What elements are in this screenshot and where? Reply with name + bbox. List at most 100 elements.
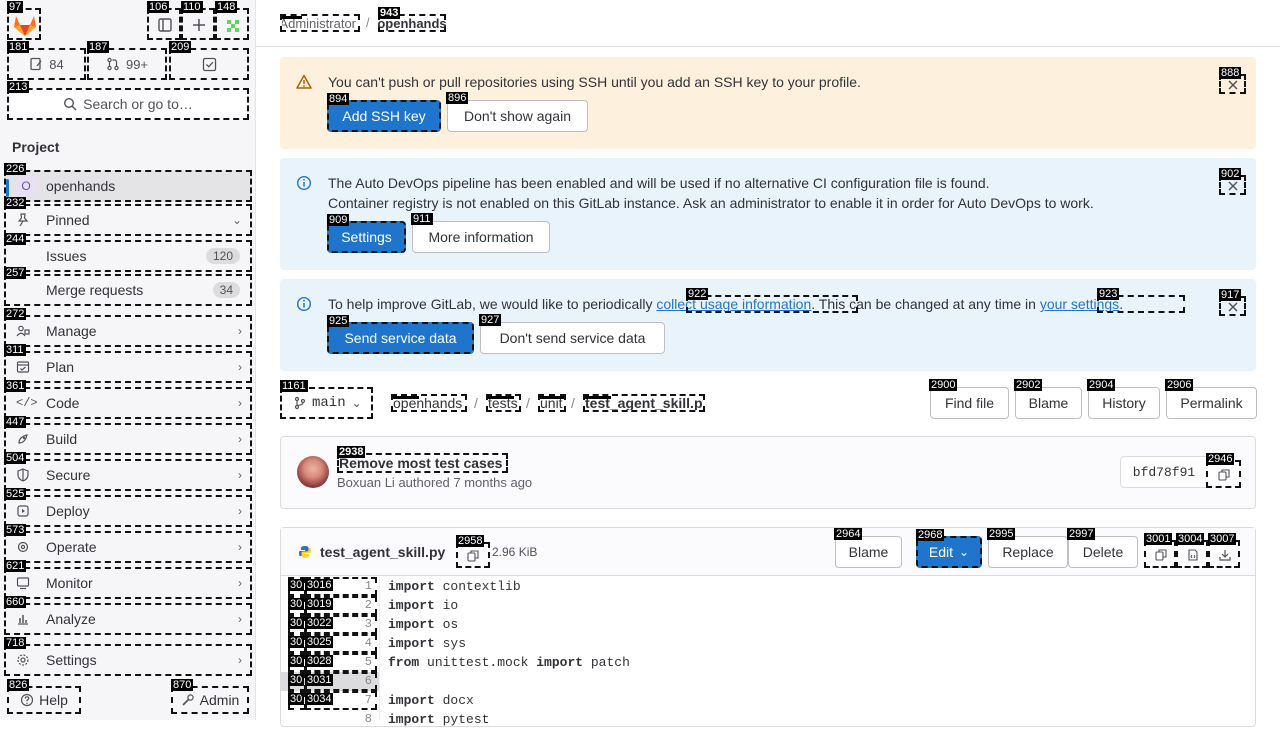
auto-devops-line-1: The Auto DevOps pipeline has been enable… xyxy=(328,175,990,191)
your-settings-link-target[interactable]: 923 xyxy=(1097,288,1185,313)
sidebar-item-issues[interactable]: 244 Issues 120 xyxy=(4,233,252,272)
marker-tag: 2964 xyxy=(834,528,863,540)
copy-file-contents-button[interactable]: 3001 xyxy=(1144,533,1176,568)
dont-show-again-button[interactable]: 896 Don't show again xyxy=(446,92,588,132)
more-information-button[interactable]: 911 More information xyxy=(411,213,550,253)
file-blame-button[interactable]: 2964 Blame xyxy=(834,528,902,568)
commit-sha[interactable]: bfd78f91 xyxy=(1120,456,1208,488)
marker-tag: 106 xyxy=(147,1,170,13)
sidebar-project-link[interactable]: 226 O openhands xyxy=(4,163,252,202)
find-file-label: Find file xyxy=(944,395,995,411)
sidebar-item-manage[interactable]: 272 Manage › xyxy=(4,308,252,347)
chevron-right-icon: › xyxy=(238,360,242,374)
copy-file-path-button[interactable]: 2958 xyxy=(456,535,490,568)
sidebar-section-title: Project xyxy=(12,139,60,155)
marker-tag: 896 xyxy=(446,92,469,104)
sidebar-item-label: Plan xyxy=(46,359,75,375)
sidebar-item-label: Build xyxy=(46,431,78,447)
search-button[interactable]: 213 Search or go to… xyxy=(7,81,249,120)
blame-nav-button[interactable]: 2902 Blame xyxy=(1014,379,1082,419)
more-information-label: More information xyxy=(428,229,534,245)
merge-requests-button[interactable]: 187 99+ xyxy=(87,41,167,80)
thumbtack-icon xyxy=(17,213,29,227)
admin-wrench-icon xyxy=(182,694,194,706)
todos-button[interactable]: 209 xyxy=(169,41,249,80)
users-icon xyxy=(16,325,30,337)
marker-tag: 1161 xyxy=(280,380,308,392)
sidebar: 97 106 110 148 181 84 187 99+ 209 213 Se… xyxy=(0,0,256,720)
devops-settings-button[interactable]: 909 Settings xyxy=(327,214,406,253)
gitlab-logo[interactable]: 97 xyxy=(7,1,41,40)
dont-send-service-data-button[interactable]: 927 Don't send service data xyxy=(479,314,665,354)
info-icon xyxy=(296,175,312,191)
download-icon xyxy=(1219,550,1231,561)
sidebar-item-label: Merge requests xyxy=(46,282,144,298)
edit-dropdown-button[interactable]: 2968 Edit ⌄ xyxy=(916,529,982,568)
path-segment-file[interactable]: 2898 test_agent_skill.py xyxy=(583,394,705,412)
marker-tag: 447 xyxy=(4,416,27,428)
marker-tag: 3031 xyxy=(305,674,334,686)
assigned-issues-button[interactable]: 181 84 xyxy=(7,41,86,80)
help-label: Help xyxy=(39,692,68,708)
sidebar-item-deploy[interactable]: 525 Deploy › xyxy=(4,488,252,527)
shield-icon xyxy=(17,468,29,482)
sidebar-item-monitor[interactable]: 621 Monitor › xyxy=(4,560,252,599)
doc-code-icon xyxy=(1188,549,1198,561)
devops-alert-dismiss-button[interactable]: 902 xyxy=(1219,168,1246,195)
sidebar-item-code[interactable]: 361 </> Code › xyxy=(4,380,252,419)
marker-tag: 30 xyxy=(288,617,305,629)
sidebar-item-secure[interactable]: 504 Secure › xyxy=(4,452,252,491)
add-ssh-key-button[interactable]: 894 Add SSH key xyxy=(327,93,441,132)
sidebar-item-analyze[interactable]: 660 Analyze › xyxy=(4,596,252,635)
commit-author-link[interactable]: Boxuan Li xyxy=(337,475,395,490)
marker-tag: 826 xyxy=(7,679,30,691)
path-segment-unit[interactable]: 2288 unit xyxy=(538,394,566,412)
admin-label: Admin xyxy=(199,692,240,708)
delete-button[interactable]: 2997 Delete xyxy=(1067,528,1138,568)
commit-title-link[interactable]: 2938 Remove most test cases xyxy=(337,446,508,473)
marker-tag: 870 xyxy=(171,679,194,691)
assigned-issues-count: 84 xyxy=(49,56,64,72)
marker-tag: 30 xyxy=(288,598,305,610)
path-separator: / xyxy=(474,395,478,411)
breadcrumb-root[interactable]: 940 Administrator xyxy=(280,14,360,32)
help-button[interactable]: 826 Help xyxy=(7,679,81,714)
permalink-button[interactable]: 2906 Permalink xyxy=(1165,379,1257,419)
usage-alert-dismiss-button[interactable]: 917 xyxy=(1219,289,1246,316)
copy-sha-button[interactable]: 2946 xyxy=(1206,453,1241,488)
marker-tag: 3028 xyxy=(305,655,334,667)
sidebar-item-operate[interactable]: 573 Operate › xyxy=(4,524,252,563)
code-keyword: from xyxy=(388,655,420,670)
history-button[interactable]: 2904 History xyxy=(1087,379,1160,419)
ssh-alert-dismiss-button[interactable]: 888 xyxy=(1219,67,1246,94)
marker-tag: 902 xyxy=(1219,168,1242,180)
sidebar-item-pinned[interactable]: 232 Pinned ⌄ xyxy=(4,197,252,236)
breadcrumb-project[interactable]: 943 openhands xyxy=(377,7,447,32)
sidebar-item-merge-requests[interactable]: 257 Merge requests 34 xyxy=(4,267,252,306)
sidebar-item-label: Code xyxy=(46,395,80,411)
user-avatar-button[interactable]: 148 xyxy=(215,1,249,40)
marker-tag: 943 xyxy=(378,7,401,19)
replace-button[interactable]: 2995 Replace xyxy=(987,528,1068,568)
send-service-data-button[interactable]: 925 Send service data xyxy=(327,315,474,354)
sidebar-item-plan[interactable]: 311 Plan › xyxy=(4,344,252,383)
find-file-button[interactable]: 2900 Find file xyxy=(929,379,1009,419)
copy-icon xyxy=(467,550,479,562)
commit-author-avatar[interactable] xyxy=(297,456,329,488)
path-segment-tests[interactable]: 2162 tests xyxy=(486,394,521,412)
sidebar-item-settings[interactable]: 718 Settings › xyxy=(4,637,252,676)
branch-selector[interactable]: 1161 main ⌄ xyxy=(280,380,373,419)
sidebar-item-build[interactable]: 447 Build › xyxy=(4,416,252,455)
collect-usage-link-target[interactable]: 922 xyxy=(686,288,858,313)
new-item-button[interactable]: 110 xyxy=(181,1,215,40)
sidebar-toggle-button[interactable]: 106 xyxy=(147,1,181,40)
admin-area-button[interactable]: 870 Admin xyxy=(171,679,249,714)
path-segment-project[interactable]: 1400 openhands xyxy=(391,394,467,412)
marker-tag: 2995 xyxy=(987,528,1016,540)
download-button[interactable]: 3007 xyxy=(1208,533,1240,568)
sidebar-item-label: Deploy xyxy=(46,503,90,519)
sidebar-item-label: Manage xyxy=(46,323,97,339)
merge-requests-count: 99+ xyxy=(125,56,149,72)
chart-icon xyxy=(18,615,28,625)
open-raw-button[interactable]: 3004 xyxy=(1176,533,1208,568)
